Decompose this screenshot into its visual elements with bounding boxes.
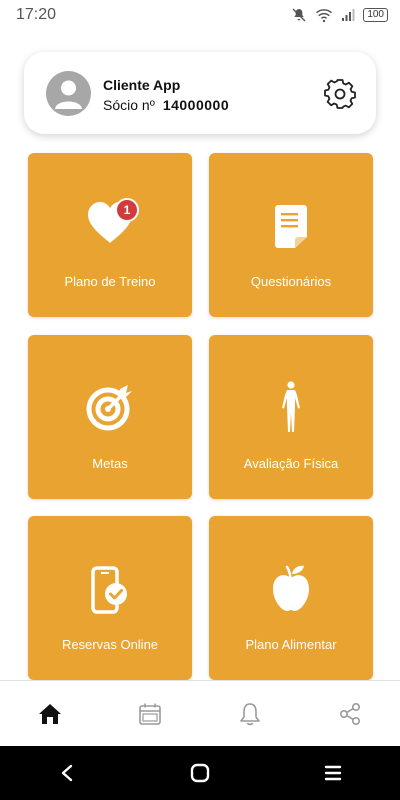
- system-home-button[interactable]: [175, 753, 225, 793]
- apple-icon: [273, 565, 309, 611]
- tile-metas[interactable]: Metas: [28, 335, 192, 499]
- calendar-icon: [139, 703, 161, 725]
- tile-label: Plano de Treino: [64, 274, 156, 289]
- target-icon: [86, 385, 132, 431]
- bottom-nav: [0, 680, 400, 747]
- nav-share[interactable]: [325, 689, 375, 739]
- home-icon: [39, 704, 61, 724]
- wifi-icon: [316, 9, 333, 23]
- signal-icon: [342, 9, 355, 21]
- client-name: Cliente App: [103, 77, 181, 93]
- tile-plano-alimentar[interactable]: Plano Alimentar: [209, 516, 373, 680]
- system-recents-button[interactable]: [308, 753, 358, 793]
- recents-icon: [325, 765, 342, 781]
- member-label: Sócio nº: [103, 97, 155, 113]
- notification-badge: 1: [115, 198, 139, 222]
- member-line: Sócio nº 14000000: [103, 97, 229, 113]
- tile-label: Questionários: [250, 274, 332, 289]
- tile-label: Metas: [92, 456, 128, 471]
- tile-label: Reservas Online: [61, 637, 159, 652]
- settings-button[interactable]: [324, 78, 356, 110]
- mute-icon: [292, 8, 306, 22]
- system-back-button[interactable]: [42, 753, 92, 793]
- status-bar: 17:20 100: [0, 0, 400, 30]
- document-icon: [275, 205, 307, 248]
- phone-check-icon: [91, 566, 127, 614]
- status-time: 17:20: [16, 6, 57, 23]
- tile-reservas-online[interactable]: Reservas Online: [28, 516, 192, 680]
- profile-card: Cliente App Sócio nº 14000000: [24, 52, 376, 134]
- status-icons: 100: [291, 7, 388, 23]
- tile-questionarios[interactable]: Questionários: [209, 153, 373, 317]
- battery-icon: 100: [363, 8, 388, 22]
- nav-calendar[interactable]: [125, 689, 175, 739]
- tile-avaliacao-fisica[interactable]: Avaliação Física: [209, 335, 373, 499]
- gear-icon: [324, 79, 356, 109]
- nav-notifications[interactable]: [225, 689, 275, 739]
- home-circle-icon: [190, 763, 210, 783]
- bell-icon: [240, 703, 260, 726]
- human-body-icon: [282, 381, 300, 432]
- back-icon: [61, 764, 72, 782]
- member-number: 14000000: [162, 97, 230, 113]
- user-avatar-icon: [46, 71, 91, 116]
- home-screen: Cliente App Sócio nº 14000000 1 Plano de …: [0, 30, 400, 680]
- system-nav-bar: [0, 746, 400, 800]
- tile-plano-de-treino[interactable]: 1 Plano de Treino: [28, 153, 192, 317]
- nav-home[interactable]: [25, 689, 75, 739]
- share-icon: [339, 702, 361, 726]
- tile-label: Plano Alimentar: [245, 637, 337, 652]
- tile-label: Avaliação Física: [243, 456, 339, 471]
